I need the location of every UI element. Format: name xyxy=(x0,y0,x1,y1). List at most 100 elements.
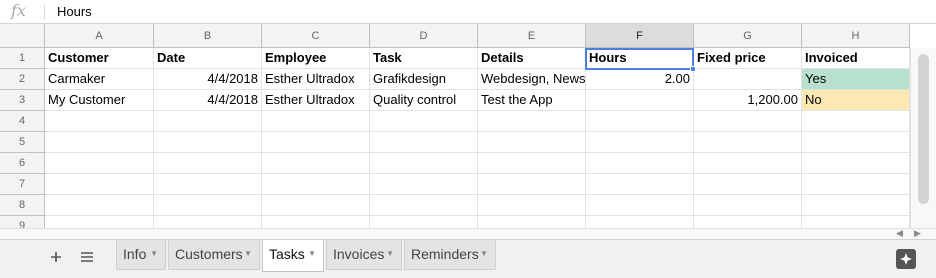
cell-d5[interactable] xyxy=(370,132,478,153)
cell-c4[interactable] xyxy=(262,111,370,132)
cell-e1[interactable]: Details xyxy=(478,48,586,69)
sheet-tab-invoices[interactable]: Invoices ▼ xyxy=(326,240,402,270)
cell-g7[interactable] xyxy=(694,174,802,195)
cell-b3[interactable]: 4/4/2018 xyxy=(154,90,262,111)
cell-h6[interactable] xyxy=(802,153,910,174)
cell-a4[interactable] xyxy=(45,111,154,132)
cell-g4[interactable] xyxy=(694,111,802,132)
cell-b8[interactable] xyxy=(154,195,262,216)
cell-a7[interactable] xyxy=(45,174,154,195)
cell-a3[interactable]: My Customer xyxy=(45,90,154,111)
cell-a6[interactable] xyxy=(45,153,154,174)
cell-c8[interactable] xyxy=(262,195,370,216)
cell-c5[interactable] xyxy=(262,132,370,153)
cell-f9[interactable] xyxy=(586,216,694,228)
all-sheets-button[interactable] xyxy=(73,240,101,274)
horizontal-scrollbar[interactable]: ◀ ▶ xyxy=(0,228,936,239)
column-header-h[interactable]: H xyxy=(802,24,910,48)
row-header-7[interactable]: 7 xyxy=(0,174,45,195)
cell-a8[interactable] xyxy=(45,195,154,216)
cell-e8[interactable] xyxy=(478,195,586,216)
caret-down-icon[interactable]: ▼ xyxy=(150,240,158,268)
cell-g9[interactable] xyxy=(694,216,802,228)
vertical-scrollbar[interactable] xyxy=(910,48,936,228)
row-header-6[interactable]: 6 xyxy=(0,153,45,174)
cell-d8[interactable] xyxy=(370,195,478,216)
cell-e5[interactable] xyxy=(478,132,586,153)
cell-h8[interactable] xyxy=(802,195,910,216)
cell-b1[interactable]: Date xyxy=(154,48,262,69)
sheet-tab-reminders[interactable]: Reminders ▼ xyxy=(404,240,496,270)
cell-d4[interactable] xyxy=(370,111,478,132)
cell-b4[interactable] xyxy=(154,111,262,132)
select-all-corner[interactable] xyxy=(0,24,45,48)
cell-f6[interactable] xyxy=(586,153,694,174)
cell-h4[interactable] xyxy=(802,111,910,132)
cell-d7[interactable] xyxy=(370,174,478,195)
fill-handle[interactable] xyxy=(690,66,696,72)
cell-d9[interactable] xyxy=(370,216,478,228)
cell-a9[interactable] xyxy=(45,216,154,228)
sheet-tab-info[interactable]: Info ▼ xyxy=(116,240,166,270)
cell-e4[interactable] xyxy=(478,111,586,132)
cell-g6[interactable] xyxy=(694,153,802,174)
row-header-1[interactable]: 1 xyxy=(0,48,45,69)
column-header-a[interactable]: A xyxy=(45,24,154,48)
cell-a5[interactable] xyxy=(45,132,154,153)
add-sheet-button[interactable] xyxy=(42,240,70,274)
cell-h5[interactable] xyxy=(802,132,910,153)
column-header-d[interactable]: D xyxy=(370,24,478,48)
cell-e9[interactable] xyxy=(478,216,586,228)
cell-c2[interactable]: Esther Ultradox xyxy=(262,69,370,90)
cell-e2[interactable]: Webdesign, News xyxy=(478,69,586,90)
cell-e7[interactable] xyxy=(478,174,586,195)
cell-g5[interactable] xyxy=(694,132,802,153)
cell-h1[interactable]: Invoiced xyxy=(802,48,910,69)
caret-down-icon[interactable]: ▼ xyxy=(386,240,394,268)
cell-f1[interactable]: Hours xyxy=(586,48,694,69)
cell-h9[interactable] xyxy=(802,216,910,228)
column-header-b[interactable]: B xyxy=(154,24,262,48)
row-header-8[interactable]: 8 xyxy=(0,195,45,216)
cell-c7[interactable] xyxy=(262,174,370,195)
cell-b9[interactable] xyxy=(154,216,262,228)
cell-f7[interactable] xyxy=(586,174,694,195)
row-header-3[interactable]: 3 xyxy=(0,90,45,111)
cell-f4[interactable] xyxy=(586,111,694,132)
scroll-right-icon[interactable]: ▶ xyxy=(914,228,921,239)
cell-e6[interactable] xyxy=(478,153,586,174)
cell-c1[interactable]: Employee xyxy=(262,48,370,69)
scroll-left-icon[interactable]: ◀ xyxy=(896,228,903,239)
caret-down-icon[interactable]: ▼ xyxy=(308,240,316,268)
cell-b2[interactable]: 4/4/2018 xyxy=(154,69,262,90)
sheet-tab-customers[interactable]: Customers ▼ xyxy=(168,240,260,270)
cell-f8[interactable] xyxy=(586,195,694,216)
cell-h2[interactable]: Yes xyxy=(802,69,910,90)
cell-d6[interactable] xyxy=(370,153,478,174)
sheet-tab-tasks[interactable]: Tasks ▼ xyxy=(262,240,324,272)
cell-c6[interactable] xyxy=(262,153,370,174)
cell-d1[interactable]: Task xyxy=(370,48,478,69)
cell-f3[interactable] xyxy=(586,90,694,111)
row-header-9[interactable]: 9 xyxy=(0,216,45,228)
row-header-4[interactable]: 4 xyxy=(0,111,45,132)
cell-d3[interactable]: Quality control xyxy=(370,90,478,111)
cell-b7[interactable] xyxy=(154,174,262,195)
cell-h3[interactable]: No xyxy=(802,90,910,111)
cell-g1[interactable]: Fixed price xyxy=(694,48,802,69)
column-header-g[interactable]: G xyxy=(694,24,802,48)
column-header-e[interactable]: E xyxy=(478,24,586,48)
column-header-f[interactable]: F xyxy=(586,24,694,48)
cell-c3[interactable]: Esther Ultradox xyxy=(262,90,370,111)
formula-input[interactable]: Hours xyxy=(57,4,92,19)
row-header-2[interactable]: 2 xyxy=(0,69,45,90)
cell-b6[interactable] xyxy=(154,153,262,174)
cell-a2[interactable]: Carmaker xyxy=(45,69,154,90)
explore-button[interactable] xyxy=(896,249,916,269)
cell-e3[interactable]: Test the App xyxy=(478,90,586,111)
cell-b5[interactable] xyxy=(154,132,262,153)
cell-g2[interactable] xyxy=(694,69,802,90)
cell-d2[interactable]: Grafikdesign xyxy=(370,69,478,90)
cell-c9[interactable] xyxy=(262,216,370,228)
cell-a1[interactable]: Customer xyxy=(45,48,154,69)
